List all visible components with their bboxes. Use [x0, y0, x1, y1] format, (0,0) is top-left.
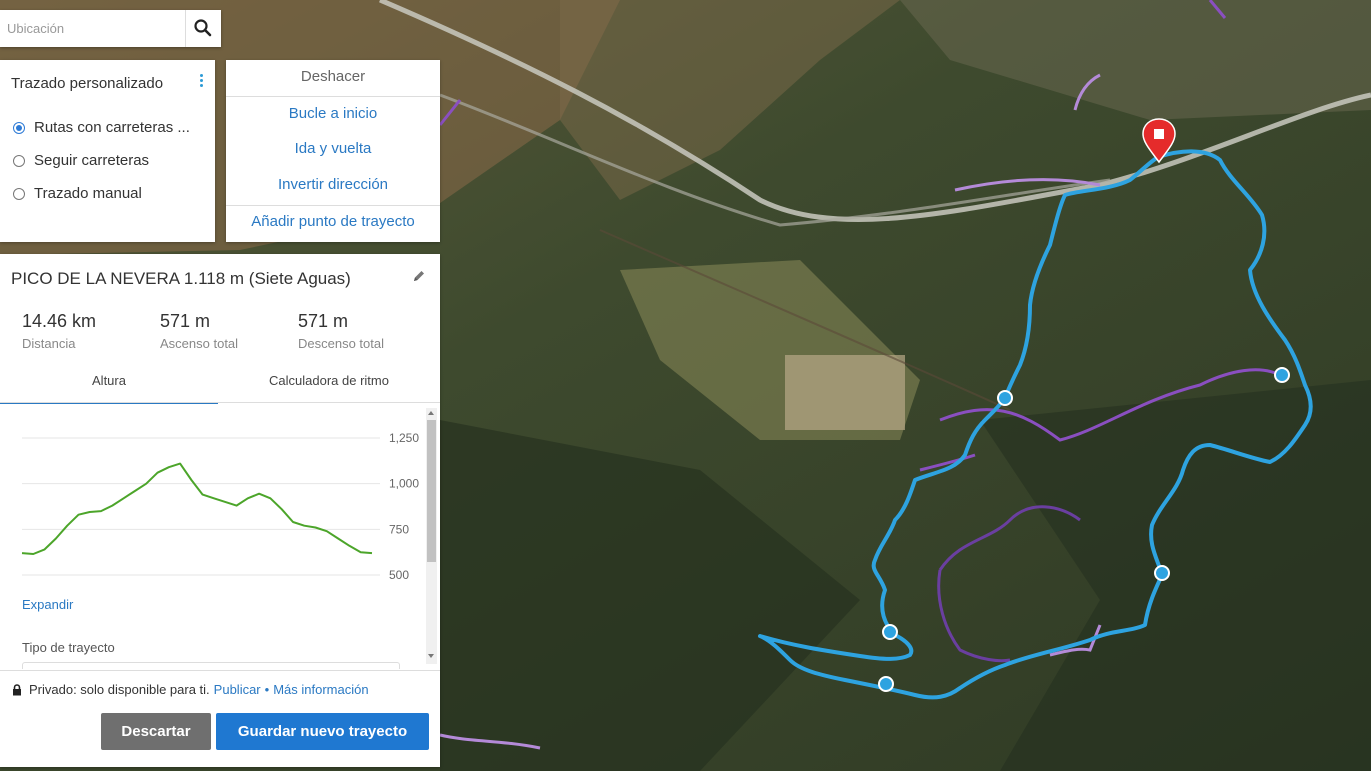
location-search-bar — [0, 10, 221, 47]
expand-chart-link[interactable]: Expandir — [22, 597, 73, 612]
waypoint-marker[interactable] — [878, 676, 894, 692]
routing-option-label: Rutas con carreteras ... — [34, 119, 190, 136]
publish-link[interactable]: Publicar — [214, 682, 261, 697]
elevation-series-line — [21, 462, 373, 555]
elevation-chart[interactable]: 1,250 1,000 750 500 — [0, 403, 440, 663]
y-tick-label: 750 — [389, 522, 409, 536]
route-details-panel: PICO DE LA NEVERA 1.118 m (Siete Aguas) … — [0, 254, 440, 767]
save-new-route-button[interactable]: Guardar nuevo trayecto — [216, 713, 429, 750]
route-type-select[interactable] — [22, 662, 400, 669]
elevation-chart-svg: 1,250 1,000 750 500 — [21, 431, 419, 582]
edit-pencil-icon[interactable] — [412, 269, 426, 283]
search-icon — [194, 19, 212, 37]
divider — [226, 205, 440, 206]
scroll-up-icon[interactable] — [428, 411, 434, 415]
loop-to-start-button[interactable]: Bucle a inicio — [226, 105, 440, 122]
facility-area — [785, 355, 905, 430]
routing-option-label: Trazado manual — [34, 185, 142, 202]
route-name: PICO DE LA NEVERA 1.118 m (Siete Aguas) — [11, 269, 351, 288]
reverse-route-button[interactable]: Invertir dirección — [226, 176, 440, 193]
tab-pace-calculator[interactable]: Calculadora de ritmo — [218, 370, 440, 402]
out-and-back-button[interactable]: Ida y vuelta — [226, 140, 440, 157]
descent-label: Descenso total — [298, 336, 384, 351]
routing-option-label: Seguir carreteras — [34, 152, 150, 169]
privacy-text: Privado: solo disponible para ti. — [29, 682, 210, 697]
undo-button[interactable]: Deshacer — [226, 60, 440, 97]
radio-icon — [13, 187, 25, 200]
add-waypoint-button[interactable]: Añadir punto de trayecto — [226, 213, 440, 230]
ascent-label: Ascenso total — [160, 336, 239, 351]
y-tick-label: 500 — [389, 568, 409, 582]
stat-ascent: 571 m Ascenso total — [160, 311, 238, 351]
y-tick-label: 1,000 — [389, 477, 419, 491]
tab-elevation[interactable]: Altura — [0, 370, 218, 404]
lock-icon — [13, 683, 21, 695]
ascent-value: 571 m — [160, 311, 211, 331]
stat-descent: 571 m Descenso total — [298, 311, 384, 351]
routing-option-manual[interactable]: Trazado manual — [13, 185, 142, 202]
search-button[interactable] — [185, 10, 221, 47]
stat-distance: 14.46 km Distancia — [22, 311, 96, 351]
route-tools-panel: Deshacer Bucle a inicio Ida y vuelta Inv… — [226, 60, 440, 242]
distance-value: 14.46 km — [22, 311, 97, 331]
routing-option-follow-roads[interactable]: Seguir carreteras — [13, 152, 149, 169]
routing-mode-panel: Trazado personalizado Rutas con carreter… — [0, 60, 215, 242]
waypoint-marker[interactable] — [1154, 565, 1170, 581]
scroll-down-icon[interactable] — [428, 654, 434, 658]
privacy-row: Privado: solo disponible para ti. Public… — [12, 682, 369, 697]
panel-scrollbar[interactable] — [426, 408, 437, 664]
waypoint-marker[interactable] — [997, 390, 1013, 406]
routing-option-roads-paths[interactable]: Rutas con carreteras ... — [13, 119, 190, 136]
routing-mode-title: Trazado personalizado — [11, 75, 164, 92]
radio-icon — [13, 154, 25, 167]
separator-bullet: • — [264, 682, 270, 697]
divider — [0, 670, 440, 671]
waypoint-marker[interactable] — [882, 624, 898, 640]
descent-value: 571 m — [298, 311, 349, 331]
more-options-icon[interactable] — [196, 72, 206, 90]
y-tick-label: 1,250 — [389, 431, 419, 445]
distance-label: Distancia — [22, 336, 76, 351]
radio-selected-icon — [13, 121, 25, 134]
discard-button[interactable]: Descartar — [101, 713, 211, 750]
scrollbar-thumb[interactable] — [427, 420, 436, 562]
waypoint-marker[interactable] — [1274, 367, 1290, 383]
more-info-link[interactable]: Más información — [273, 682, 368, 697]
location-search-input[interactable] — [0, 10, 186, 47]
route-type-label: Tipo de trayecto — [22, 640, 115, 655]
